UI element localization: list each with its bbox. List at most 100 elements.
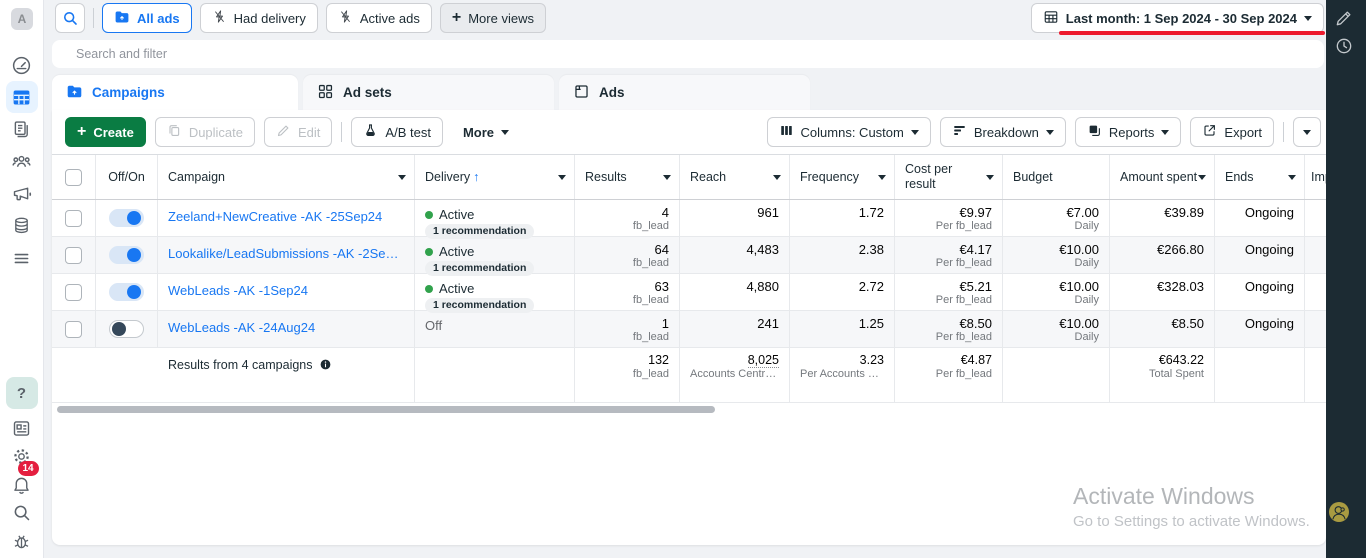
cost-per-result-cell: €9.97Per fb_lead (895, 200, 1003, 236)
select-all-checkbox-cell (52, 155, 96, 199)
view-filter-had-delivery[interactable]: Had delivery (200, 3, 318, 33)
tab-label: Ads (599, 85, 625, 100)
pages-icon[interactable] (6, 113, 38, 145)
summary-ends-cell (1215, 348, 1305, 402)
header-delivery[interactable]: Delivery↑ (415, 155, 575, 199)
more-actions-chevron-button[interactable] (1293, 117, 1321, 147)
table-row: Zeeland+NewCreative -AK -25Sep24 Active … (52, 200, 1326, 237)
view-filter-label: Active ads (360, 11, 420, 26)
header-amount-spent[interactable]: Amount spent (1110, 155, 1215, 199)
campaigns-table-icon[interactable] (6, 81, 38, 113)
date-range-selector[interactable]: Last month: 1 Sep 2024 - 30 Sep 2024 (1031, 3, 1324, 33)
info-icon[interactable] (319, 358, 332, 374)
delivery-status-text: Active (439, 244, 474, 259)
row-checkbox[interactable] (65, 247, 82, 264)
more-button[interactable]: More (452, 117, 520, 147)
horizontal-scrollbar-thumb[interactable] (57, 406, 715, 413)
header-reach[interactable]: Reach (680, 155, 790, 199)
plus-icon: + (77, 124, 86, 140)
select-all-checkbox[interactable] (65, 169, 82, 186)
clock-icon[interactable] (1334, 36, 1358, 60)
frequency-cell: 1.25 (790, 311, 895, 347)
breakdown-button[interactable]: Breakdown (940, 117, 1066, 147)
account-avatar[interactable]: A (11, 8, 33, 30)
header-budget[interactable]: Budget (1003, 155, 1110, 199)
ends-cell: Ongoing (1215, 237, 1305, 273)
create-button[interactable]: + Create (65, 117, 146, 147)
more-views-button[interactable]: + More views (440, 3, 546, 33)
delivery-cell: Active 1 recommendation (415, 200, 575, 236)
row-checkbox[interactable] (65, 321, 82, 338)
chevron-down-icon (1288, 175, 1296, 180)
search-filter-input[interactable] (52, 40, 1324, 68)
annotation-red-underline (1059, 31, 1325, 35)
header-impressions-clipped[interactable]: Imp (1305, 155, 1326, 199)
campaign-name-link[interactable]: Zeeland+NewCreative -AK -25Sep24 (158, 200, 415, 236)
left-sidebar: A ? 14 (0, 0, 44, 558)
ab-test-button[interactable]: A/B test (351, 117, 443, 147)
search-views-button[interactable] (55, 3, 85, 33)
bug-icon[interactable] (6, 525, 38, 557)
view-filter-label: All ads (137, 11, 180, 26)
header-ends[interactable]: Ends (1215, 155, 1305, 199)
chevron-down-icon (1161, 130, 1169, 135)
campaign-toggle[interactable] (109, 320, 144, 338)
view-filter-all-ads[interactable]: All ads (102, 3, 192, 33)
header-cost-per-result[interactable]: Cost per result (895, 155, 1003, 199)
pencil-icon (276, 123, 291, 141)
row-checkbox-cell (52, 274, 96, 310)
bolt-icon (338, 9, 353, 27)
impressions-cell (1305, 237, 1326, 273)
ads-megaphone-icon[interactable] (6, 177, 38, 209)
header-campaign[interactable]: Campaign (158, 155, 415, 199)
header-off-on: Off/On (96, 155, 158, 199)
support-agent-avatar[interactable] (1329, 502, 1365, 538)
campaign-toggle[interactable] (109, 283, 144, 301)
campaign-name-link[interactable]: Lookalike/LeadSubmissions -AK -2Sep24 (158, 237, 415, 273)
dashboard-gauge-icon[interactable] (6, 49, 38, 81)
billing-coins-icon[interactable] (6, 209, 38, 241)
campaign-name-link[interactable]: WebLeads -AK -24Aug24 (158, 311, 415, 347)
help-icon[interactable]: ? (6, 377, 38, 409)
chevron-down-icon (558, 175, 566, 180)
columns-button[interactable]: Columns: Custom (767, 117, 931, 147)
menu-icon[interactable] (6, 242, 38, 274)
search-sidebar-icon[interactable] (6, 496, 38, 528)
summary-cost-cell: €4.87Per fb_lead (895, 348, 1003, 402)
view-filter-active-ads[interactable]: Active ads (326, 3, 432, 33)
row-checkbox-cell (52, 311, 96, 347)
tab-ads[interactable]: Ads (559, 75, 810, 110)
export-button[interactable]: Export (1190, 117, 1274, 147)
tab-campaigns[interactable]: Campaigns (52, 75, 298, 110)
budget-cell: €10.00Daily (1003, 274, 1110, 310)
results-cell: 64fb_lead (575, 237, 680, 273)
audiences-people-icon[interactable] (6, 145, 38, 177)
row-toggle-cell (96, 311, 158, 347)
toolbar-divider (341, 122, 342, 142)
row-checkbox-cell (52, 237, 96, 273)
active-status-dot (425, 285, 433, 293)
tab-label: Campaigns (92, 85, 165, 100)
active-status-dot (425, 248, 433, 256)
table-header: Off/On Campaign Delivery↑ Results Reach … (52, 154, 1326, 200)
edit-button[interactable]: Edit (264, 117, 332, 147)
duplicate-button[interactable]: Duplicate (155, 117, 255, 147)
tab-ad-sets[interactable]: Ad sets (303, 75, 554, 110)
frequency-cell: 2.38 (790, 237, 895, 273)
header-results[interactable]: Results (575, 155, 680, 199)
delivery-cell: Active 1 recommendation (415, 274, 575, 310)
pencil-icon[interactable] (1334, 8, 1358, 32)
row-checkbox[interactable] (65, 210, 82, 227)
amount-spent-cell: €39.89 (1110, 200, 1215, 236)
row-toggle-cell (96, 274, 158, 310)
reports-button[interactable]: Reports (1075, 117, 1182, 147)
edit-label: Edit (298, 125, 320, 140)
row-checkbox[interactable] (65, 284, 82, 301)
watermark-subtitle: Go to Settings to activate Windows. (1073, 513, 1310, 530)
campaign-name-link[interactable]: WebLeads -AK -1Sep24 (158, 274, 415, 310)
reach-cell: 241 (680, 311, 790, 347)
campaign-toggle[interactable] (109, 246, 144, 264)
header-frequency[interactable]: Frequency (790, 155, 895, 199)
campaign-toggle[interactable] (109, 209, 144, 227)
summary-label-cell: Results from 4 campaigns (158, 348, 415, 402)
